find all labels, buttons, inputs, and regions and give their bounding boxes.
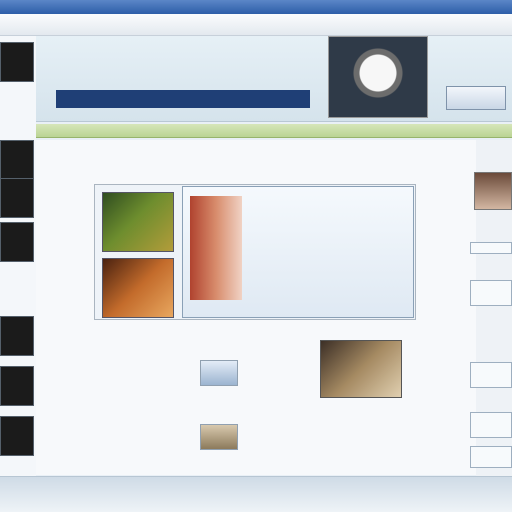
feature-thumbnail-1[interactable] bbox=[102, 192, 174, 252]
rail-item-1[interactable] bbox=[470, 242, 512, 254]
browser-toolbar bbox=[0, 14, 512, 36]
header-banner[interactable] bbox=[56, 90, 310, 108]
list-thumbnail-2[interactable] bbox=[200, 424, 238, 450]
left-nav-slot-3[interactable] bbox=[0, 178, 34, 218]
nav-strip bbox=[36, 124, 512, 138]
rail-item-4[interactable] bbox=[470, 412, 512, 438]
left-nav-slot-1[interactable] bbox=[0, 42, 34, 82]
feature-thumbnail-2[interactable] bbox=[102, 258, 174, 318]
rail-item-5[interactable] bbox=[470, 446, 512, 468]
left-nav-slot-4[interactable] bbox=[0, 222, 34, 262]
header-mascot-image bbox=[328, 36, 428, 118]
left-nav-slot-7[interactable] bbox=[0, 416, 34, 456]
story-image[interactable] bbox=[320, 340, 402, 398]
page-footer bbox=[0, 476, 512, 512]
rail-photo[interactable] bbox=[474, 172, 512, 210]
left-nav-slot-2[interactable] bbox=[0, 140, 34, 180]
list-thumbnail-1[interactable] bbox=[200, 360, 238, 386]
left-nav-slot-6[interactable] bbox=[0, 366, 34, 406]
header-badge[interactable] bbox=[446, 86, 506, 110]
site-header bbox=[36, 36, 512, 122]
rail-item-3[interactable] bbox=[470, 362, 512, 388]
feature-photo bbox=[190, 196, 242, 300]
window-titlebar bbox=[0, 0, 512, 14]
rail-item-2[interactable] bbox=[470, 280, 512, 306]
left-nav-slot-5[interactable] bbox=[0, 316, 34, 356]
